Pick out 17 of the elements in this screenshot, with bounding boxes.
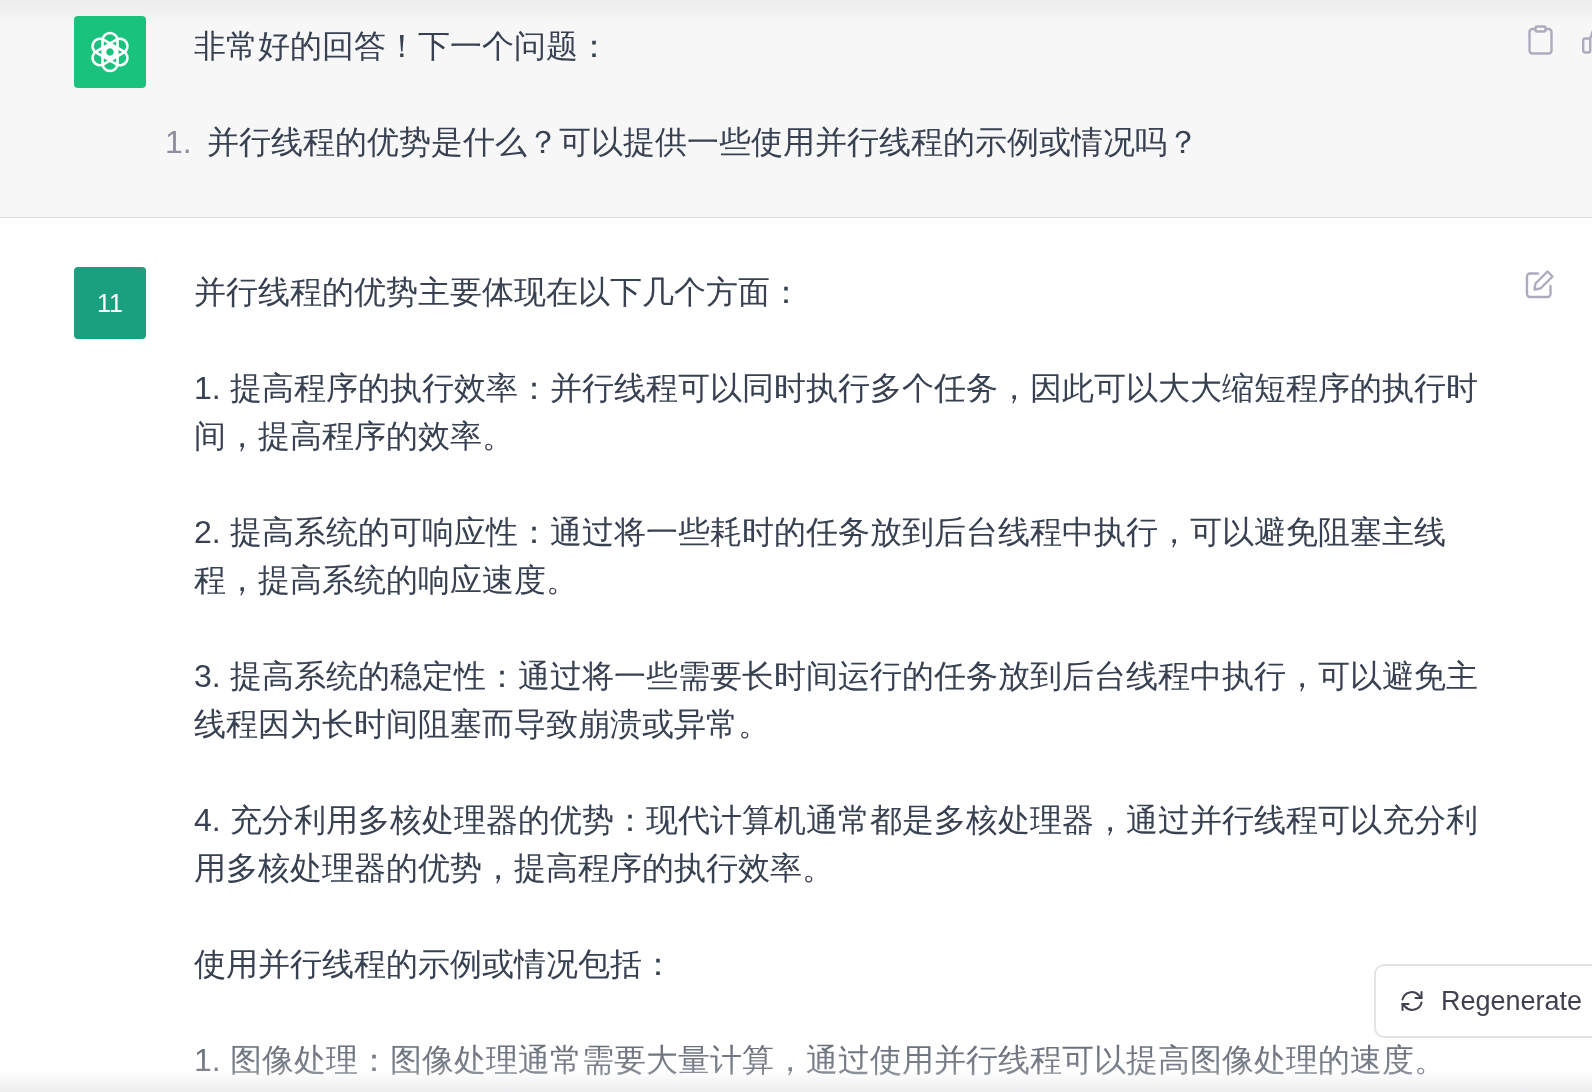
- message-text: 使用并行线程的示例或情况包括：: [194, 945, 675, 984]
- edit-icon[interactable]: [1525, 269, 1555, 299]
- copy-icon[interactable]: [1528, 25, 1553, 55]
- regenerate-button[interactable]: Regenerate: [1374, 964, 1592, 1038]
- refresh-icon: [1400, 990, 1424, 1012]
- message-text: 非常好的回答！下一个问题：: [194, 27, 611, 66]
- user-avatar: 11: [74, 267, 146, 339]
- thumbs-up-icon[interactable]: [1582, 28, 1592, 54]
- list-number: 1.: [165, 123, 193, 162]
- message-text: 2. 提高系统的可响应性：通过将一些耗时的任务放到后台线程中执行，可以避免阻塞主线程，提高系统的响应速度。: [194, 513, 1447, 600]
- message-text: 3. 提高系统的稳定性：通过将一些需要长时间运行的任务放到后台线程中执行，可以避免主线程因为长时间阻塞而导致崩溃或异常。: [194, 657, 1479, 744]
- message-text: 4. 充分利用多核处理器的优势：现代计算机通常都是多核处理器，通过并行线程可以充分利用多核处理器的优势，提高程序的执行效率。: [194, 801, 1479, 888]
- message-text: 1. 提高程序的执行效率：并行线程可以同时执行多个任务，因此可以大大缩短程序的执行时间，提高程序的效率。: [194, 369, 1479, 456]
- list-item-text: 并行线程的优势是什么？可以提供一些使用并行线程的示例或情况吗？: [207, 123, 1199, 162]
- message-text: 并行线程的优势主要体现在以下几个方面：: [194, 273, 803, 312]
- knot-avatar-icon: [74, 16, 146, 88]
- message-text: 1. 图像处理：图像处理通常需要大量计算，通过使用并行线程可以提高图像处理的速度。: [194, 1041, 1447, 1080]
